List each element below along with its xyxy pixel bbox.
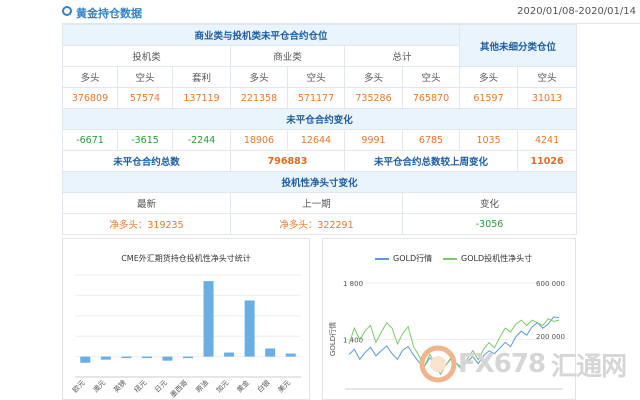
value-row: 376809 57574 137119 221358 571177 735286… [62,87,578,109]
other-header: 其他未细分类仓位 [459,24,578,67]
group-header: 商业类与投机类未平仓合约仓位 [61,24,461,46]
change-cell: 6785 [401,129,461,151]
bar[interactable] [80,356,91,363]
bar[interactable] [121,356,132,359]
net-value-row: 净多头：319235 净多头：322291 -3056 [62,213,578,235]
bar[interactable] [285,353,296,357]
oi-total-label: 未平仓合约总数 [62,150,231,172]
change-cell: -3615 [117,129,173,151]
x-tick-label: 墨西哥 [169,379,190,400]
value-cell: 735286 [344,87,403,109]
value-cell: 221358 [230,87,288,109]
value-cell: 137119 [172,87,231,109]
sub-header: 套利 [172,66,231,88]
oi-row: 未平仓合约总数 796883 未平仓合约总数较上周变化 11026 [62,150,578,172]
net-label-row: 最新 上一期 变化 [62,192,578,214]
x-tick-label: 美元 [276,378,292,394]
sub-header-row: 多头 空头 套利 多头 空头 多头 空头 多头 空头 [62,66,578,88]
change-cell: 9991 [344,129,403,151]
bar[interactable] [244,300,255,357]
watermark-text: FX678 [458,349,546,379]
x-tick-label: 黄金 [235,378,251,394]
x-tick-label: 英镑 [112,378,128,394]
comm-header: 商业类 [230,45,345,67]
date-range: 2020/01/08-2020/01/14 [517,6,636,17]
x-tick-label: 澳元 [91,378,107,394]
sub-header: 多头 [344,66,403,88]
total-header: 总计 [343,45,461,67]
x-tick-label: 白银 [255,378,271,394]
sub-header: 多头 [459,66,519,88]
prev-value: 净多头：322291 [230,213,403,235]
delta-label: 变化 [401,192,578,214]
latest-value: 净多头：319235 [62,213,231,235]
bar-chart: 欧元 澳元 英镑 纽元 日元 墨西哥 原油 加元 黄金 白银 美元 [70,274,301,400]
bar[interactable] [183,356,193,359]
sub-header: 空头 [517,66,578,88]
bar[interactable] [100,356,111,360]
x-tick-label: 原油 [194,378,210,394]
circle-icon [62,6,72,16]
change-row: -6671 -3615 -2244 18906 12644 9991 6785 … [62,129,578,151]
x-tick-label: 日元 [153,379,169,395]
value-cell: 61597 [459,87,519,109]
value-cell: 31013 [517,87,578,109]
bar[interactable] [265,348,276,357]
bar[interactable] [141,356,152,359]
value-cell: 765870 [401,87,461,109]
bar[interactable] [203,281,214,357]
section-header: 黄金持仓数据 2020/01/08-2020/01/14 [62,0,640,24]
change-header: 未平仓合约变化 [61,108,578,130]
change-cell: 4241 [517,129,578,151]
sub-header: 空头 [117,66,173,88]
sub-header: 多头 [230,66,288,88]
x-tick-label: 纽元 [132,378,148,394]
oi-change-label: 未平仓合约总数较上周变化 [343,150,519,172]
value-cell: 57574 [117,87,173,109]
logo-icon [419,345,457,383]
net-position-chart-panel: CME外汇期货持仓投机性净头寸统计 欧元 澳元 英镑 纽元 日元 墨西哥 原油 加元 黄金 白银美… [62,238,310,400]
net-header: 投机性净头寸变化 [61,171,578,193]
change-cell: 18906 [230,129,288,151]
y-right-tick: 200 000 [536,333,565,341]
positions-table: 商业类与投机类未平仓合约仓位 其他未细分类仓位 投机类 商业类 总计 多头 空头… [61,24,578,235]
y-right-tick: 600 000 [536,280,565,288]
value-cell: 571177 [287,87,345,109]
change-cell: 1035 [459,129,519,151]
bar[interactable] [162,356,173,361]
y-left-tick: 1 800 [343,280,363,288]
y-left-axis-label: GOLD行情 [328,322,337,356]
x-tick-label: 加元 [214,378,230,394]
watermark: FX678 汇通网 [418,344,627,384]
oi-total-value: 796883 [230,150,345,172]
sub-header: 多头 [62,66,118,88]
section-title: 黄金持仓数据 [76,7,142,20]
sub-header: 空头 [287,66,345,88]
spec-header: 投机类 [62,45,231,67]
prev-label: 上一期 [230,192,403,214]
latest-label: 最新 [62,192,231,214]
value-cell: 376809 [62,87,118,109]
change-cell: -6671 [62,129,118,151]
delta-value: -3056 [401,213,578,235]
bar[interactable] [224,352,235,357]
change-cell: 12644 [287,129,345,151]
watermark-cn: 汇通网 [551,351,627,382]
change-cell: -2244 [172,129,231,151]
x-tick-label: 欧元 [70,378,86,394]
sub-header: 空头 [401,66,461,88]
oi-change-value: 11026 [517,150,578,172]
